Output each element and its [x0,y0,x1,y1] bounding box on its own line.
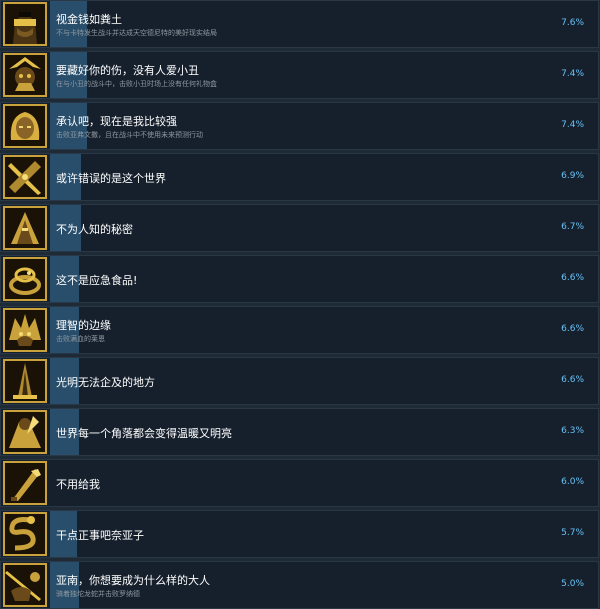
unlock-percent: 5.0% [561,579,584,589]
achievement-row[interactable]: 承认吧，现在是我比较强 击败亚弗文撒，且在战斗中不使用未来预测行动 7.4% [0,102,599,150]
serpent-icon [3,512,47,556]
achievement-desc: 骑着独坨龙蛇并击败罗纳德 [56,590,140,598]
achievement-title: 要藏好你的伤，没有人爱小丑 [56,64,199,77]
achievement-row[interactable]: 不用给我 6.0% [0,459,599,507]
achievement-title: 这不是应急食品! [56,274,138,287]
unlock-percent: 5.7% [561,528,584,538]
achievement-title: 亚南，你想要成为什么样的大人 [56,574,210,587]
dark-spire-icon [3,359,47,403]
achievement-title: 干点正事吧奈亚子 [56,529,144,542]
achievement-row[interactable]: 干点正事吧奈亚子 5.7% [0,510,599,558]
achievement-title: 不为人知的秘密 [56,223,133,236]
unlock-percent: 7.6% [561,18,584,28]
hooded-figure-icon [3,206,47,250]
achievement-title: 视金钱如粪土 [56,13,122,26]
achievement-row[interactable]: 要藏好你的伤，没有人爱小丑 在与小丑的战斗中，击败小丑时场上没有任何礼物盒 7.… [0,51,599,99]
achievement-list: 视金钱如粪土 不与卡特发生战斗并达成天空德尼特的美好现实结局 7.6% 要藏好你… [0,0,600,609]
blindfold-portrait-icon [3,2,47,46]
achievement-row[interactable]: 光明无法企及的地方 6.6% [0,357,599,405]
achievement-row[interactable]: 理智的边缘 击败满血的莱恩 6.6% [0,306,599,354]
unlock-percent: 6.6% [561,375,584,385]
achievement-desc: 在与小丑的战斗中，击败小丑时场上没有任何礼物盒 [56,80,217,88]
unlock-percent: 6.3% [561,426,584,436]
achievement-desc: 击败满血的莱恩 [56,335,105,343]
wild-beast-icon [3,308,47,352]
achievement-title: 理智的边缘 [56,319,111,332]
achievement-title: 或许错误的是这个世界 [56,172,166,185]
achievement-title: 不用给我 [56,478,100,491]
achievement-row[interactable]: 这不是应急食品! 6.6% [0,255,599,303]
unlock-percent: 6.7% [561,222,584,232]
achievement-row[interactable]: 视金钱如粪土 不与卡特发生战斗并达成天空德尼特的美好现实结局 7.6% [0,0,599,48]
achievement-desc: 不与卡特发生战斗并达成天空德尼特的美好现实结局 [56,29,217,37]
achievement-desc: 击败亚弗文撒，且在战斗中不使用未来预测行动 [56,131,203,139]
unlock-percent: 7.4% [561,69,584,79]
unlock-percent: 6.6% [561,273,584,283]
lance-rider-icon [3,563,47,607]
bat-icon [3,461,47,505]
jester-portrait-icon [3,53,47,97]
blonde-portrait-icon [3,104,47,148]
coiled-creature-icon [3,257,47,301]
achievement-row[interactable]: 世界每一个角落都会变得温暖又明亮 6.3% [0,408,599,456]
broken-sword-icon [3,155,47,199]
achievement-title: 光明无法企及的地方 [56,376,155,389]
achievement-row[interactable]: 或许错误的是这个世界 6.9% [0,153,599,201]
achievement-title: 承认吧，现在是我比较强 [56,115,177,128]
cloaked-hero-icon [3,410,47,454]
unlock-percent: 6.9% [561,171,584,181]
achievement-row[interactable]: 不为人知的秘密 6.7% [0,204,599,252]
unlock-percent: 6.0% [561,477,584,487]
unlock-percent: 6.6% [561,324,584,334]
achievement-row[interactable]: 亚南，你想要成为什么样的大人 骑着独坨龙蛇并击败罗纳德 5.0% [0,561,599,609]
unlock-percent: 7.4% [561,120,584,130]
achievement-title: 世界每一个角落都会变得温暖又明亮 [56,427,232,440]
